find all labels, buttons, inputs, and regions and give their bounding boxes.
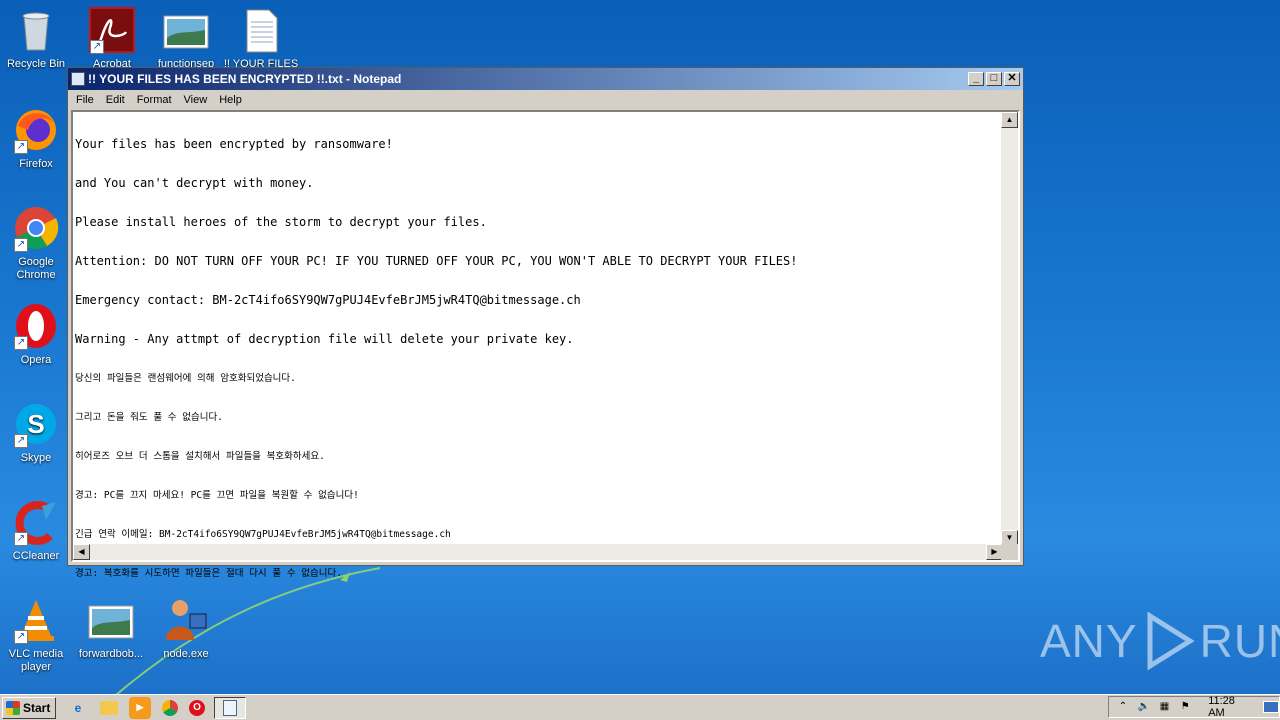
desktop-icon-skype[interactable]: S ↗ Skype <box>0 400 74 465</box>
shortcut-arrow-icon: ↗ <box>14 532 28 546</box>
shortcut-arrow-icon: ↗ <box>14 238 28 252</box>
clock[interactable]: 11:28 AM <box>1208 695 1253 719</box>
desktop-icon-label: CCleaner <box>12 550 60 562</box>
menu-help[interactable]: Help <box>213 94 248 106</box>
desktop-icon-firefox[interactable]: ↗ Firefox <box>0 106 74 171</box>
text-line: Your files has been encrypted by ransomw… <box>75 137 393 151</box>
vlc-icon: ↗ <box>12 596 60 644</box>
scroll-up-button[interactable]: ▲ <box>1001 112 1018 128</box>
start-label: Start <box>23 700 51 715</box>
internet-explorer-icon[interactable]: e <box>67 697 89 719</box>
menu-bar: File Edit Format View Help <box>68 90 1023 110</box>
network-icon[interactable]: ▦ <box>1158 700 1172 714</box>
shortcut-arrow-icon: ↗ <box>14 140 28 154</box>
desktop-icon-label: Skype <box>20 452 52 464</box>
start-button[interactable]: Start <box>2 696 56 719</box>
horizontal-scrollbar[interactable]: ◀ ▶ <box>73 544 1003 560</box>
shortcut-arrow-icon: ↗ <box>14 630 28 644</box>
text-line-korean: 경고: PC를 끄지 마세요! PC를 끄면 파일을 복원할 수 없습니다! <box>75 490 359 501</box>
acrobat-icon: ↗ <box>88 6 136 54</box>
desktop-icon-label: node.exe <box>163 648 209 660</box>
recycle-bin-icon <box>12 6 60 54</box>
desktop-icon-acrobat[interactable]: ↗ Acrobat <box>74 6 150 71</box>
title-bar[interactable]: !! YOUR FILES HAS BEEN ENCRYPTED !!.txt … <box>68 68 1023 90</box>
text-line: Emergency contact: BM-2cT4ifo6SY9QW7gPUJ… <box>75 293 581 307</box>
desktop-icon-label: forwardbob... <box>78 648 144 660</box>
desktop-icon-label: VLC media player <box>8 648 64 673</box>
windows-logo-icon <box>6 700 20 715</box>
shortcut-arrow-icon: ↗ <box>14 434 28 448</box>
play-logo-icon <box>1147 612 1195 670</box>
opera-icon: ↗ <box>12 302 60 350</box>
action-center-flag-icon[interactable]: ⚑ <box>1178 700 1192 714</box>
text-editor[interactable]: Your files has been encrypted by ransomw… <box>71 110 1020 579</box>
menu-edit[interactable]: Edit <box>100 94 131 106</box>
anyrun-watermark: ANY RUN <box>1040 612 1280 670</box>
svg-text:S: S <box>27 409 44 439</box>
show-desktop-icon[interactable] <box>1263 701 1279 713</box>
firefox-icon: ↗ <box>12 106 60 154</box>
desktop-icon-opera[interactable]: ↗ Opera <box>0 302 74 367</box>
chrome-icon: ↗ <box>12 204 60 252</box>
desktop-icon-label: Opera <box>20 354 52 366</box>
text-line-korean: 히어로즈 오브 더 스톰을 설치해서 파일들을 복호화하세요. <box>75 451 325 462</box>
taskbar-notepad-button[interactable] <box>214 696 246 719</box>
desktop-icon-recycle-bin[interactable]: Recycle Bin <box>0 6 74 71</box>
volume-icon[interactable]: 🔈 <box>1137 700 1151 714</box>
text-line: Please install heroes of the storm to de… <box>75 215 487 229</box>
minimize-button[interactable]: _ <box>968 72 984 86</box>
text-line: and You can't decrypt with money. <box>75 176 314 190</box>
text-line-korean: 긴급 연락 이메일: BM-2cT4ifo6SY9QW7gPUJ4EvfeBrJ… <box>75 529 451 540</box>
text-line: Warning - Any attmpt of decryption file … <box>75 332 574 346</box>
text-line-korean: 경고: 복호화를 시도하면 파일들은 절대 다시 풀 수 없습니다. <box>75 568 342 579</box>
taskbar: Start e ▶ O ⌃ 🔈 ▦ ⚑ 11:28 AM <box>0 694 1280 720</box>
text-line: Attention: DO NOT TURN OFF YOUR PC! IF Y… <box>75 254 798 268</box>
text-file-icon <box>237 6 285 54</box>
system-tray: ⌃ 🔈 ▦ ⚑ 11:28 AM <box>1108 695 1280 719</box>
menu-view[interactable]: View <box>178 94 214 106</box>
close-button[interactable]: ✕ <box>1004 72 1020 86</box>
media-player-icon[interactable]: ▶ <box>129 696 151 719</box>
menu-format[interactable]: Format <box>131 94 178 106</box>
text-line-korean: 그리고 돈을 줘도 풀 수 없습니다. <box>75 412 223 423</box>
vertical-scrollbar[interactable]: ▲ ▼ <box>1001 112 1018 546</box>
show-hidden-icons-icon[interactable]: ⌃ <box>1116 700 1130 714</box>
ransom-note-text: Your files has been encrypted by ransomw… <box>75 112 1005 606</box>
ccleaner-icon: ↗ <box>12 498 60 546</box>
desktop-icon-label: Recycle Bin <box>6 58 66 70</box>
text-line-korean: 당신의 파일들은 랜섬웨어에 의해 암호화되었습니다. <box>75 373 296 384</box>
shortcut-arrow-icon: ↗ <box>90 40 104 54</box>
notepad-icon <box>223 699 237 716</box>
desktop-icon-label: Firefox <box>19 158 53 170</box>
notepad-icon <box>71 72 85 86</box>
maximize-button[interactable]: □ <box>986 72 1002 86</box>
menu-file[interactable]: File <box>70 94 100 106</box>
notepad-window[interactable]: !! YOUR FILES HAS BEEN ENCRYPTED !!.txt … <box>67 67 1024 579</box>
shortcut-arrow-icon: ↗ <box>14 336 28 350</box>
desktop-icon-vlc[interactable]: ↗ VLC media player <box>0 596 74 674</box>
scroll-left-button[interactable]: ◀ <box>73 544 90 560</box>
folder-icon[interactable] <box>100 700 118 715</box>
chrome-icon[interactable] <box>162 699 178 716</box>
skype-icon: S ↗ <box>12 400 60 448</box>
desktop-icon-your-files[interactable]: !! YOUR FILES <box>223 6 299 71</box>
desktop-icon-label: Google Chrome <box>16 256 56 281</box>
desktop-icon-google-chrome[interactable]: ↗ Google Chrome <box>0 204 74 282</box>
resize-grip[interactable] <box>1001 544 1018 560</box>
window-title: !! YOUR FILES HAS BEEN ENCRYPTED !!.txt … <box>88 72 402 86</box>
desktop-icon-functionsep[interactable]: functionsep <box>148 6 224 71</box>
image-file-icon <box>162 6 210 54</box>
desktop-icon-ccleaner[interactable]: ↗ CCleaner <box>0 498 74 563</box>
opera-icon[interactable]: O <box>189 699 205 716</box>
